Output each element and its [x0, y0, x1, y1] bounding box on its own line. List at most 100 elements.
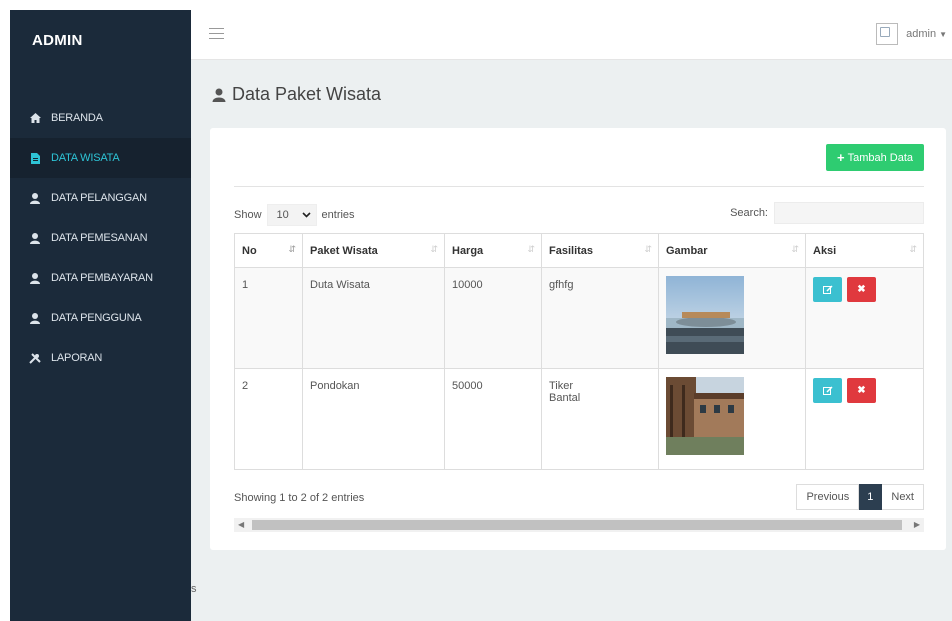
cell-gambar — [658, 267, 806, 369]
sort-icon: ⇵ — [527, 244, 535, 254]
next-button[interactable]: Next — [882, 484, 924, 510]
page-title-text: Data Paket Wisata — [232, 84, 382, 104]
column-header-fasilitas[interactable]: Fasilitas ⇵ — [541, 233, 659, 268]
user-menu[interactable]: admin ▼ — [876, 23, 947, 45]
chevron-down-icon — [301, 209, 311, 221]
show-label: Show — [234, 209, 262, 221]
column-header-harga[interactable]: Harga ⇵ — [444, 233, 542, 268]
table-header-row: No ⇵ Paket Wisata ⇵ Harga ⇵ Fasilitas ⇵ … — [234, 233, 924, 268]
column-header-label: Harga — [452, 244, 484, 257]
edit-button[interactable] — [813, 277, 842, 302]
caret-down-icon: ▼ — [939, 29, 947, 39]
duta-wisata-image — [666, 276, 744, 354]
sort-icon: ⇵ — [909, 244, 917, 254]
avatar — [876, 23, 899, 45]
sidebar-item-label: DATA PELANGGAN — [51, 192, 147, 204]
sidebar-nav: BERANDA DATA WISATA DATA PELANGGAN DATA … — [10, 98, 191, 378]
user-icon — [29, 192, 41, 204]
column-header-no[interactable]: No ⇵ — [234, 233, 303, 268]
entries-label: entries — [321, 209, 355, 221]
sidebar-item-data-wisata[interactable]: DATA WISATA — [10, 138, 191, 178]
entries-select-value: 10 — [276, 209, 289, 221]
sort-icon: ⇵ — [644, 244, 652, 254]
sidebar-item-label: DATA PEMBAYARAN — [51, 272, 153, 284]
fasilitas-item: gfhfg — [549, 279, 574, 291]
page-title: Data Paket Wisata — [211, 84, 381, 105]
cell-aksi: ✖ — [805, 267, 924, 369]
add-data-label: Tambah Data — [847, 151, 914, 164]
column-header-label: Gambar — [666, 244, 708, 257]
wrench-icon — [29, 352, 41, 364]
delete-button[interactable]: ✖ — [847, 277, 876, 302]
stray-text: s — [191, 583, 197, 595]
search-input[interactable] — [774, 202, 924, 224]
fasilitas-item: Tiker — [549, 380, 574, 392]
left-strip — [0, 0, 10, 621]
sidebar-item-label: LAPORAN — [51, 352, 103, 364]
column-header-label: No — [242, 244, 257, 257]
cell-no: 2 — [234, 368, 303, 470]
horizontal-scrollbar[interactable]: ◀ ▶ — [234, 518, 924, 532]
sort-icon: ⇵ — [791, 244, 799, 254]
edit-button[interactable] — [813, 378, 842, 403]
menu-toggle-icon[interactable] — [209, 28, 224, 39]
user-icon — [29, 312, 41, 324]
sidebar-item-laporan[interactable]: LAPORAN — [10, 338, 191, 378]
column-header-label: Paket Wisata — [310, 244, 378, 257]
cell-gambar — [658, 368, 806, 470]
delete-button[interactable]: ✖ — [847, 378, 876, 403]
column-header-label: Fasilitas — [549, 244, 594, 257]
divider — [234, 186, 924, 187]
close-icon: ✖ — [857, 284, 866, 295]
home-icon — [29, 112, 41, 124]
sidebar: ADMIN BERANDA DATA WISATA DATA PELANGGAN… — [10, 10, 191, 621]
cell-fasilitas: Tiker Bantal — [541, 368, 659, 470]
pagination: Previous 1 Next — [796, 484, 924, 510]
column-header-label: Aksi — [813, 244, 837, 257]
brand-title: ADMIN — [32, 32, 83, 49]
sidebar-item-data-pengguna[interactable]: DATA PENGGUNA — [10, 298, 191, 338]
cell-aksi: ✖ — [805, 368, 924, 470]
cell-no: 1 — [234, 267, 303, 369]
top-strip — [0, 0, 952, 10]
previous-button[interactable]: Previous — [796, 484, 860, 510]
column-header-paket-wisata[interactable]: Paket Wisata ⇵ — [302, 233, 445, 268]
sidebar-item-beranda[interactable]: BERANDA — [10, 98, 191, 138]
user-name: admin — [906, 28, 937, 40]
plus-icon: + — [836, 150, 845, 165]
topbar: admin ▼ — [191, 10, 952, 60]
sidebar-item-data-pemesanan[interactable]: DATA PEMESANAN — [10, 218, 191, 258]
page-1-button[interactable]: 1 — [859, 484, 883, 510]
sidebar-item-label: DATA WISATA — [51, 152, 120, 164]
column-header-aksi[interactable]: Aksi ⇵ — [805, 233, 924, 268]
search-label: Search: — [730, 207, 768, 219]
user-icon — [29, 272, 41, 284]
scroll-right-icon[interactable]: ▶ — [914, 520, 920, 529]
sidebar-item-label: BERANDA — [51, 112, 103, 124]
sort-icon: ⇵ — [430, 244, 438, 254]
edit-icon — [822, 284, 833, 294]
sidebar-item-label: DATA PEMESANAN — [51, 232, 148, 244]
add-data-button[interactable]: + Tambah Data — [826, 144, 924, 171]
column-header-gambar[interactable]: Gambar ⇵ — [658, 233, 806, 268]
table-row: 1 Duta Wisata 10000 gfhfg ✖ — [234, 267, 924, 369]
sidebar-item-data-pelanggan[interactable]: DATA PELANGGAN — [10, 178, 191, 218]
entries-select[interactable]: 10 — [266, 204, 317, 226]
data-table: No ⇵ Paket Wisata ⇵ Harga ⇵ Fasilitas ⇵ … — [234, 233, 924, 470]
content-card: + Tambah Data Show 10 entries Search: No… — [210, 128, 946, 550]
sidebar-item-label: DATA PENGGUNA — [51, 312, 142, 324]
cell-harga: 50000 — [444, 368, 542, 470]
cell-paket: Pondokan — [302, 368, 445, 470]
file-icon — [29, 152, 41, 164]
close-icon: ✖ — [857, 385, 866, 396]
fasilitas-item: Bantal — [549, 392, 581, 404]
pondokan-image — [666, 377, 744, 455]
scroll-left-icon[interactable]: ◀ — [238, 520, 244, 529]
scrollbar-thumb[interactable] — [252, 520, 902, 530]
edit-icon — [822, 385, 833, 395]
sidebar-item-data-pembayaran[interactable]: DATA PEMBAYARAN — [10, 258, 191, 298]
table-row: 2 Pondokan 50000 Tiker Bantal ✖ — [234, 368, 924, 470]
entries-length-control: Show 10 entries — [234, 204, 355, 226]
sort-asc-icon: ⇵ — [288, 244, 296, 254]
users-icon — [211, 87, 227, 103]
